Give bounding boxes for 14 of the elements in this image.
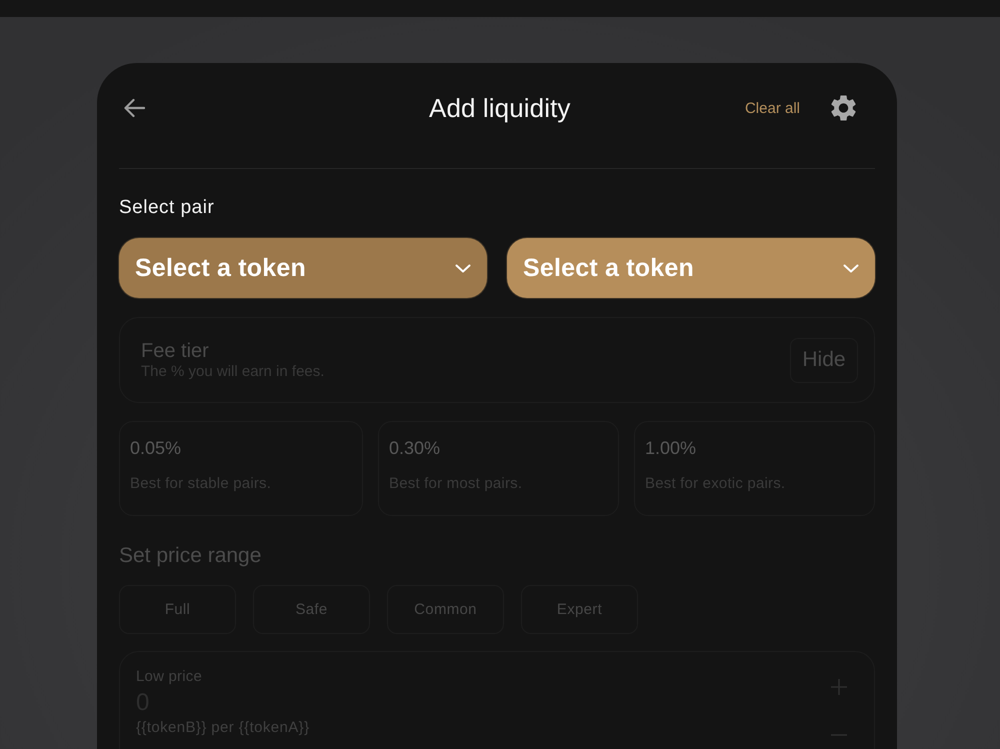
chevron-down-icon bbox=[455, 264, 471, 272]
chevron-down-icon bbox=[843, 264, 859, 272]
token-select-button[interactable]: Select a token bbox=[507, 238, 875, 298]
fee-percent: 0.05% bbox=[130, 438, 182, 458]
page-title: Add liquidity bbox=[429, 92, 570, 124]
plus-icon bbox=[831, 679, 847, 695]
section-label: Select pair bbox=[119, 196, 214, 220]
clear-all-button[interactable]: Clear all bbox=[744, 100, 800, 116]
settings-icon[interactable] bbox=[831, 95, 856, 121]
token-select-button[interactable]: Select a token bbox=[119, 238, 487, 298]
left-arrow-icon[interactable] bbox=[123, 98, 145, 118]
fee-percent: 1.00% bbox=[645, 438, 696, 458]
fee-percent: 0.30% bbox=[389, 438, 440, 458]
section-heading: Set price range bbox=[119, 543, 262, 569]
